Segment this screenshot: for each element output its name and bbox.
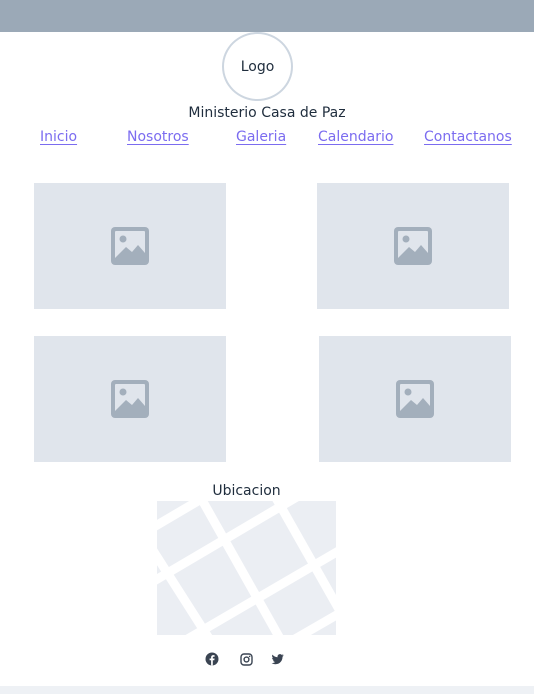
site-title: Ministerio Casa de Paz [188,105,346,121]
map-placeholder [157,501,336,635]
logo[interactable]: Logo [222,32,293,101]
gallery-image-4 [319,336,511,462]
gallery-image-2 [317,183,509,309]
twitter-icon[interactable] [271,654,284,665]
nav-link-inicio[interactable]: Inicio [40,129,77,145]
image-placeholder-icon [111,380,149,418]
footer-bar [0,686,534,694]
nav-link-galeria[interactable]: Galeria [236,129,286,145]
image-placeholder-icon [111,227,149,265]
gallery-image-1 [34,183,226,309]
top-bar [0,0,534,32]
image-placeholder-icon [396,380,434,418]
social-links [205,652,285,668]
facebook-icon[interactable] [205,652,219,666]
location-title: Ubicacion [212,483,281,499]
image-placeholder-icon [394,227,432,265]
nav-link-calendario[interactable]: Calendario [318,129,393,145]
instagram-icon[interactable] [240,653,253,666]
location-map[interactable] [157,501,336,635]
nav-link-contactanos[interactable]: Contactanos [424,129,512,145]
nav-link-nosotros[interactable]: Nosotros [127,129,189,145]
gallery-image-3 [34,336,226,462]
logo-text: Logo [240,58,275,75]
